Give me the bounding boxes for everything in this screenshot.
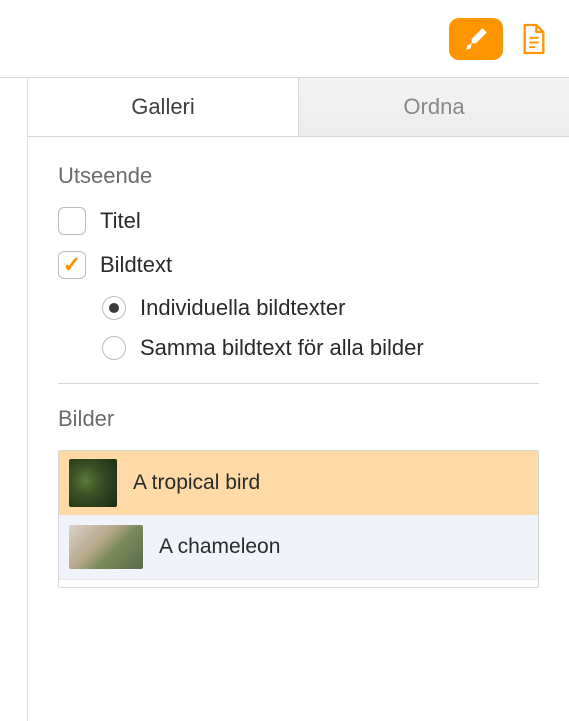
images-title: Bilder	[58, 406, 539, 432]
radio-same[interactable]	[102, 336, 126, 360]
appearance-section: Utseende Titel Bildtext Individuella bil…	[28, 137, 569, 384]
list-bottom-spacer	[59, 579, 538, 587]
toolbar	[0, 0, 569, 78]
document-icon	[520, 22, 548, 56]
tab-gallery[interactable]: Galleri	[28, 78, 298, 136]
image-caption-label: A tropical bird	[133, 471, 260, 495]
radio-same-label: Samma bildtext för alla bilder	[140, 335, 424, 361]
appearance-title: Utseende	[58, 163, 539, 189]
images-section: Bilder A tropical bird A chameleon	[28, 384, 569, 588]
brush-icon	[463, 26, 489, 52]
radio-same-row: Samma bildtext för alla bilder	[102, 335, 539, 361]
content-wrapper: Galleri Ordna Utseende Titel Bildtext In…	[0, 78, 569, 721]
list-item[interactable]: A tropical bird	[59, 451, 538, 515]
caption-label: Bildtext	[100, 252, 172, 278]
title-label: Titel	[100, 208, 141, 234]
tabs: Galleri Ordna	[28, 78, 569, 137]
inspector-panel: Galleri Ordna Utseende Titel Bildtext In…	[28, 78, 569, 721]
thumbnail-image	[69, 525, 143, 569]
left-gutter	[0, 78, 28, 721]
radio-individual[interactable]	[102, 296, 126, 320]
caption-checkbox-row: Bildtext	[58, 251, 539, 279]
images-list: A tropical bird A chameleon	[58, 450, 539, 588]
caption-checkbox[interactable]	[58, 251, 86, 279]
caption-radio-group: Individuella bildtexter Samma bildtext f…	[102, 295, 539, 361]
thumbnail-image	[69, 459, 117, 507]
format-brush-button[interactable]	[449, 18, 503, 60]
list-item[interactable]: A chameleon	[59, 515, 538, 579]
image-caption-label: A chameleon	[159, 535, 280, 559]
document-button[interactable]	[517, 19, 551, 59]
tab-arrange[interactable]: Ordna	[298, 78, 569, 136]
radio-individual-label: Individuella bildtexter	[140, 295, 345, 321]
radio-individual-row: Individuella bildtexter	[102, 295, 539, 321]
title-checkbox[interactable]	[58, 207, 86, 235]
title-checkbox-row: Titel	[58, 207, 539, 235]
